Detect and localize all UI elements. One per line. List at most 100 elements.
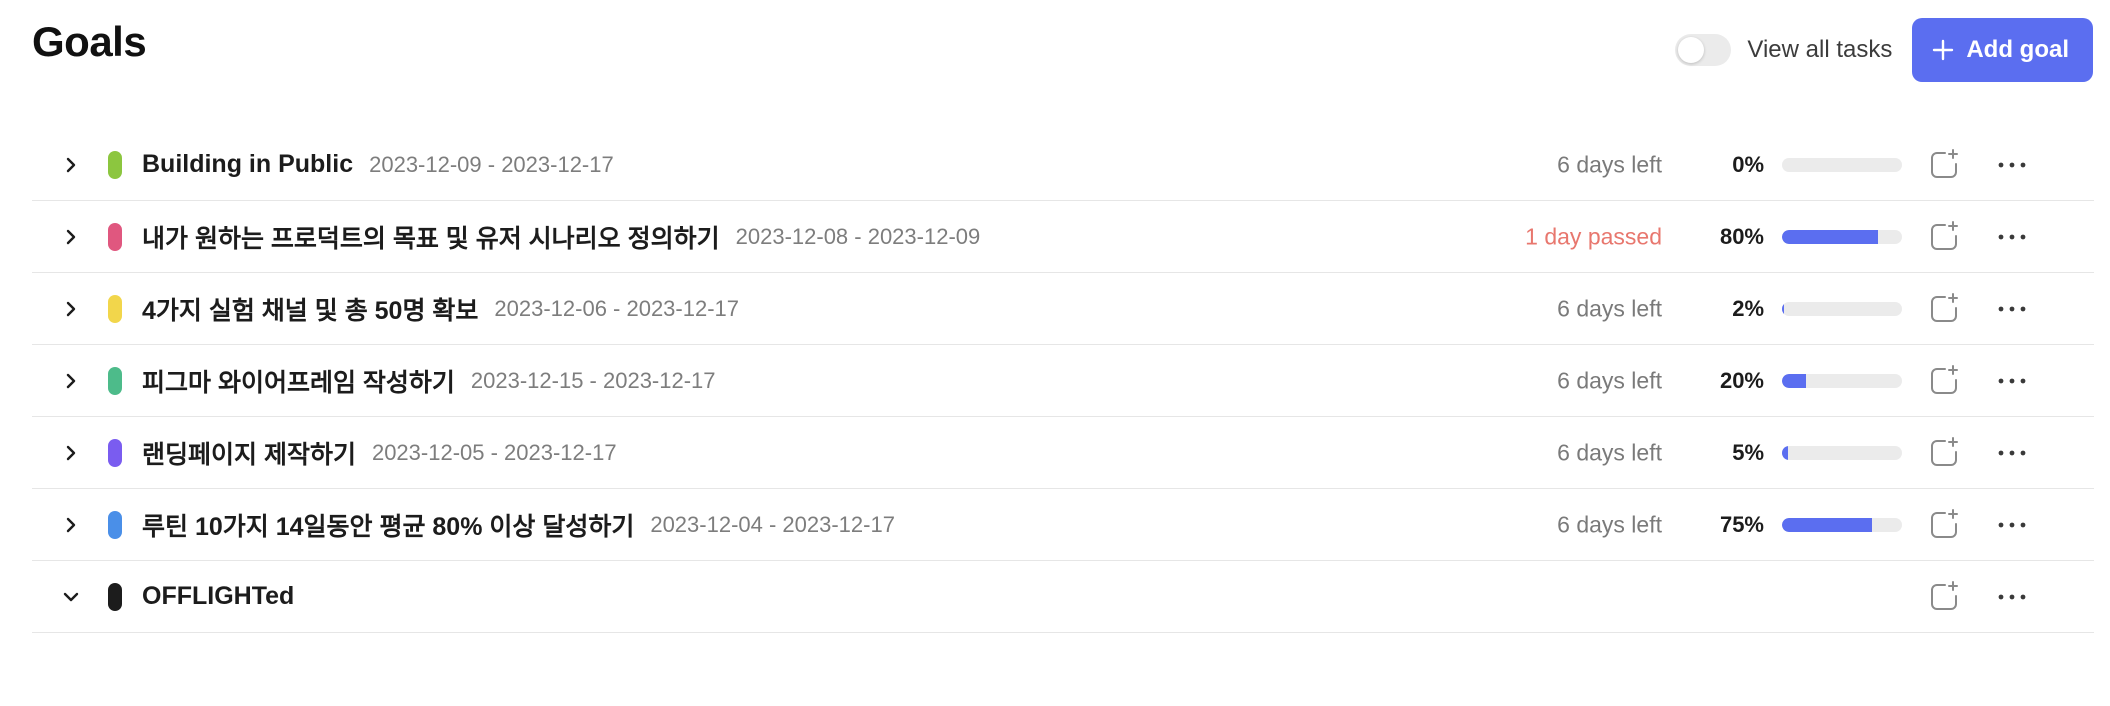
expand-goal-button[interactable] — [60, 298, 82, 320]
goal-info: OFFLIGHTed — [142, 561, 310, 632]
goal-row[interactable]: Building in Public 2023-12-09 - 2023-12-1… — [32, 129, 2094, 201]
goal-row[interactable]: 피그마 와이어프레임 작성하기 2023-12-15 - 2023-12-17 6 … — [32, 345, 2094, 417]
more-horizontal-icon — [1998, 450, 2026, 455]
goal-progress-fill — [1782, 445, 1788, 460]
goal-row[interactable]: 루틴 10가지 14일동안 평균 80% 이상 달성하기 2023-12-04 -… — [32, 489, 2094, 561]
expand-goal-button[interactable] — [60, 514, 82, 536]
goal-progress-fill — [1782, 373, 1806, 388]
goal-more-button[interactable] — [1994, 297, 2030, 321]
goal-date-range: 2023-12-04 - 2023-12-17 — [650, 511, 895, 537]
goal-row[interactable]: OFFLIGHTed — [32, 561, 2094, 633]
more-horizontal-icon — [1998, 378, 2026, 383]
goal-list: Building in Public 2023-12-09 - 2023-12-1… — [32, 129, 2094, 633]
chevron-right-icon — [66, 517, 76, 532]
goal-progress-fill — [1782, 517, 1872, 532]
goal-date-range: 2023-12-08 - 2023-12-09 — [735, 223, 981, 249]
goal-color-tag — [108, 366, 122, 395]
goal-deadline-status: 6 days left — [1557, 151, 1662, 177]
goal-title[interactable]: 4가지 실험 채널 및 총 50명 확보 — [142, 291, 478, 327]
goal-info: Building in Public 2023-12-09 - 2023-12-1… — [142, 129, 614, 200]
goal-date-range: 2023-12-15 - 2023-12-17 — [470, 367, 716, 393]
more-horizontal-icon — [1998, 306, 2026, 311]
collapse-goal-button[interactable] — [60, 586, 82, 608]
more-horizontal-icon — [1998, 234, 2026, 239]
goal-title[interactable]: 피그마 와이어프레임 작성하기 — [142, 363, 455, 399]
chevron-down-icon — [63, 592, 79, 601]
add-subtask-icon — [1931, 364, 1958, 394]
add-subtask-button[interactable] — [1928, 364, 1960, 397]
more-horizontal-icon — [1998, 522, 2026, 527]
goal-color-tag — [108, 582, 122, 611]
add-subtask-icon — [1931, 508, 1958, 538]
add-subtask-icon — [1931, 292, 1958, 322]
goal-deadline-status: 6 days left — [1557, 439, 1662, 465]
expand-goal-button[interactable] — [60, 370, 82, 392]
goal-title[interactable]: Building in Public — [142, 150, 353, 179]
goal-info: 랜딩페이지 제작하기 2023-12-05 - 2023-12-17 — [142, 417, 617, 488]
chevron-right-icon — [66, 445, 76, 460]
goal-title[interactable]: OFFLIGHTed — [142, 582, 294, 611]
goal-date-range: 2023-12-05 - 2023-12-17 — [371, 439, 617, 465]
goal-row[interactable]: 내가 원하는 프로덕트의 목표 및 유저 시나리오 정의하기 2023-12-08… — [32, 201, 2094, 273]
plus-icon — [1933, 39, 1954, 61]
add-subtask-icon — [1931, 436, 1958, 466]
goal-progress-fill — [1782, 301, 1785, 316]
goal-more-button[interactable] — [1994, 369, 2030, 393]
expand-goal-button[interactable] — [60, 442, 82, 464]
add-subtask-icon — [1931, 220, 1958, 250]
add-subtask-button[interactable] — [1928, 220, 1960, 253]
add-subtask-button[interactable] — [1928, 508, 1960, 541]
add-goal-label: Add goal — [1966, 36, 2069, 63]
page-title: Goals — [32, 18, 147, 65]
goal-deadline-status: 6 days left — [1557, 511, 1662, 537]
goal-row[interactable]: 랜딩페이지 제작하기 2023-12-05 - 2023-12-17 6 days … — [32, 417, 2094, 489]
more-horizontal-icon — [1998, 594, 2026, 599]
goal-progress-percent: 0% — [1732, 151, 1764, 177]
add-subtask-button[interactable] — [1928, 148, 1960, 181]
goal-info: 4가지 실험 채널 및 총 50명 확보 2023-12-06 - 2023-12… — [142, 273, 739, 344]
goal-progress-bar — [1782, 229, 1902, 244]
toggle-knob — [1678, 37, 1705, 63]
goal-color-tag — [108, 222, 122, 251]
goal-title[interactable]: 루틴 10가지 14일동안 평균 80% 이상 달성하기 — [142, 507, 634, 543]
goal-progress-bar — [1782, 157, 1902, 172]
goal-deadline-status: 6 days left — [1557, 367, 1662, 393]
header-actions: View all tasks Add goal — [1675, 18, 2093, 82]
add-goal-button[interactable]: Add goal — [1912, 18, 2093, 82]
goal-title[interactable]: 내가 원하는 프로덕트의 목표 및 유저 시나리오 정의하기 — [142, 219, 720, 255]
goal-date-range: 2023-12-06 - 2023-12-17 — [494, 295, 740, 321]
goal-more-button[interactable] — [1994, 153, 2030, 177]
goal-color-tag — [108, 438, 122, 467]
add-subtask-icon — [1931, 580, 1958, 610]
add-subtask-button[interactable] — [1928, 292, 1960, 325]
goal-progress-percent: 5% — [1732, 439, 1764, 465]
expand-goal-button[interactable] — [60, 226, 82, 248]
goal-progress-fill — [1782, 229, 1878, 244]
goal-color-tag — [108, 510, 122, 539]
goal-color-tag — [108, 294, 122, 323]
goal-progress-percent: 75% — [1719, 511, 1764, 537]
goal-more-button[interactable] — [1994, 513, 2030, 537]
add-subtask-button[interactable] — [1928, 436, 1960, 469]
goal-deadline-status: 1 day passed — [1525, 223, 1662, 249]
add-subtask-button[interactable] — [1928, 580, 1960, 613]
goal-progress-bar — [1782, 301, 1902, 316]
more-horizontal-icon — [1998, 162, 2026, 167]
view-all-tasks-toggle[interactable] — [1675, 34, 1732, 66]
goal-more-button[interactable] — [1994, 441, 2030, 465]
goal-info: 루틴 10가지 14일동안 평균 80% 이상 달성하기 2023-12-04 -… — [142, 489, 895, 560]
goal-info: 내가 원하는 프로덕트의 목표 및 유저 시나리오 정의하기 2023-12-08… — [142, 201, 980, 272]
expand-goal-button[interactable] — [60, 154, 82, 176]
goal-row[interactable]: 4가지 실험 채널 및 총 50명 확보 2023-12-06 - 2023-12… — [32, 273, 2094, 345]
add-subtask-icon — [1931, 148, 1958, 178]
goal-progress-percent: 2% — [1732, 295, 1764, 321]
goal-title[interactable]: 랜딩페이지 제작하기 — [142, 435, 356, 471]
goal-more-button[interactable] — [1994, 585, 2030, 609]
view-all-tasks-label: View all tasks — [1747, 36, 1893, 63]
goal-color-tag — [108, 150, 122, 179]
goal-progress-percent: 20% — [1719, 367, 1764, 393]
chevron-right-icon — [66, 301, 76, 316]
chevron-right-icon — [66, 373, 76, 388]
goal-date-range: 2023-12-09 - 2023-12-17 — [369, 151, 614, 177]
goal-more-button[interactable] — [1994, 225, 2030, 249]
